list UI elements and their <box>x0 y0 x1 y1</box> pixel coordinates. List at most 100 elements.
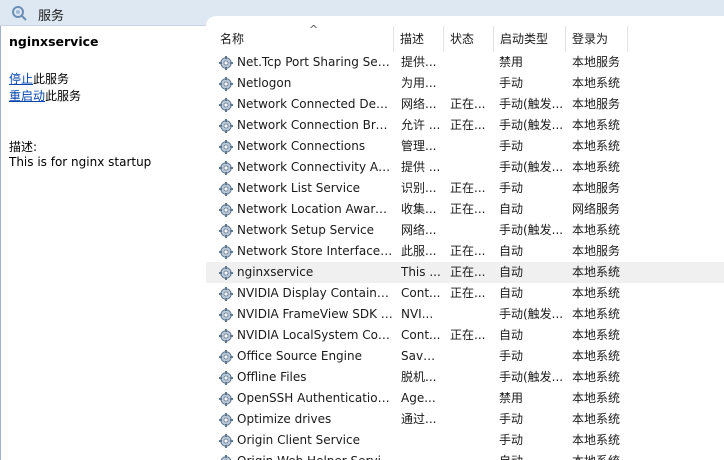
stop-service-action: 停止此服务 <box>9 70 69 87</box>
service-description-cell: 脱机... <box>401 370 437 384</box>
gear-icon <box>218 97 234 113</box>
service-startup-type-cell: 自动 <box>499 244 524 258</box>
service-row[interactable]: Office Source Engine Save... 手动 本地系统 <box>206 346 724 367</box>
service-description-cell: 识别... <box>401 181 437 195</box>
service-startup-type-cell: 手动 <box>499 181 524 195</box>
service-description-cell: 提供 ... <box>401 160 441 174</box>
column-header-description-label: 描述 <box>400 32 425 46</box>
service-row[interactable]: Netlogon 为用... 手动 本地系统 <box>206 73 724 94</box>
service-row[interactable]: Network Store Interface Service 此服... 正在..… <box>206 241 724 262</box>
column-header-status-label: 状态 <box>450 32 475 46</box>
service-name-cell: NVIDIA LocalSystem Container <box>237 328 393 342</box>
gear-icon <box>218 454 234 460</box>
service-startup-type-cell: 手动 <box>499 412 524 426</box>
gear-icon <box>218 55 234 71</box>
column-header-name[interactable]: ^ 名称 <box>214 23 394 52</box>
service-row[interactable]: Optimize drives 通过... 手动 本地系统 <box>206 409 724 430</box>
service-name-cell: NVIDIA FrameView SDK service <box>237 307 393 321</box>
service-startup-type-cell: 自动 <box>499 286 524 300</box>
service-row[interactable]: Network Location Awareness 收集... 正在... 自动 网络… <box>206 199 724 220</box>
service-row[interactable]: NVIDIA Display Container LS Cont... 正在... 自… <box>206 283 724 304</box>
service-status-cell <box>450 346 494 367</box>
service-description-cell: NVI... <box>401 307 434 321</box>
column-header-startup-type-label: 启动类型 <box>500 32 549 46</box>
gear-icon <box>218 433 234 449</box>
service-startup-type-cell: 手动(触发... <box>499 97 564 111</box>
service-status-cell <box>450 304 494 325</box>
restart-service-action: 重启动此服务 <box>9 87 81 104</box>
service-status-cell: 正在... <box>450 97 486 111</box>
service-logon-cell: 本地系统 <box>572 451 632 460</box>
gear-icon <box>218 202 234 218</box>
service-row[interactable]: Network Connected Devices Auto-Setup 网络..… <box>206 94 724 115</box>
service-logon-cell: 本地系统 <box>572 139 621 153</box>
service-startup-type-cell: 手动(触发... <box>499 307 564 321</box>
service-row[interactable]: Origin Web Helper Service 自动本地系统 <box>206 451 724 460</box>
service-row[interactable]: Network Setup Service 网络... 手动(触发... 本地系统 <box>206 220 724 241</box>
service-startup-type-cell: 自动 <box>499 265 524 279</box>
service-status-cell <box>450 136 494 157</box>
gear-icon <box>218 328 234 344</box>
service-logon-cell: 本地系统 <box>572 391 621 405</box>
service-logon-cell: 网络服务 <box>572 202 621 216</box>
column-header-name-label: 名称 <box>220 32 245 46</box>
services-list-pane: ^ 名称 描述 状态 启动类型 登录为 Net.Tcp Port Sharing… <box>206 16 724 460</box>
column-header-status[interactable]: 状态 <box>444 26 494 52</box>
restart-service-link[interactable]: 重启动 <box>9 89 45 103</box>
service-startup-type-cell: 自动 <box>499 451 567 460</box>
service-logon-cell: 本地系统 <box>572 223 621 237</box>
column-header-description[interactable]: 描述 <box>394 26 444 52</box>
service-status-cell: 正在... <box>450 265 486 279</box>
service-startup-type-cell: 手动(触发... <box>499 118 564 132</box>
column-header-startup-type[interactable]: 启动类型 <box>494 26 566 52</box>
service-row[interactable]: Offline Files 脱机... 手动(触发... 本地系统 <box>206 367 724 388</box>
service-logon-cell: 本地系统 <box>572 286 621 300</box>
service-row[interactable]: NVIDIA FrameView SDK service NVI... 手动(触发.… <box>206 304 724 325</box>
gear-icon <box>218 286 234 302</box>
service-detail-pane: nginxservice 停止此服务 重启动此服务 描述: This is fo… <box>0 26 206 460</box>
service-name-cell: Network Location Awareness <box>237 202 393 216</box>
service-startup-type-cell: 手动(触发... <box>499 223 564 237</box>
service-startup-type-cell: 手动(触发... <box>499 370 564 384</box>
service-description-cell <box>401 451 441 460</box>
service-description: This is for nginx startup <box>9 155 152 169</box>
service-logon-cell: 本地系统 <box>572 349 621 363</box>
service-status-cell <box>450 52 494 73</box>
service-row[interactable]: NVIDIA LocalSystem Container Cont... 正在...… <box>206 325 724 346</box>
service-status-cell: 正在... <box>450 118 486 132</box>
service-row[interactable]: Network List Service 识别... 正在... 手动 本地服务 <box>206 178 724 199</box>
service-name-cell: Netlogon <box>237 76 292 90</box>
service-row[interactable]: Origin Client Service 手动 本地系统 <box>206 430 724 451</box>
service-description-cell: This ... <box>401 265 441 279</box>
service-logon-cell: 本地系统 <box>572 433 621 447</box>
service-status-cell: 正在... <box>450 202 486 216</box>
gear-icon <box>218 181 234 197</box>
service-description-cell: Cont... <box>401 328 441 342</box>
service-status-cell <box>450 388 494 409</box>
service-logon-cell: 本地系统 <box>572 160 621 174</box>
service-row[interactable]: Network Connectivity Assistant 提供 ... 手动(触… <box>206 157 724 178</box>
service-startup-type-cell: 手动 <box>499 76 524 90</box>
service-logon-cell: 本地系统 <box>572 370 621 384</box>
service-name-cell: Origin Web Helper Service <box>237 451 393 460</box>
service-row[interactable]: Network Connections 管理... 手动 本地系统 <box>206 136 724 157</box>
service-row[interactable]: Net.Tcp Port Sharing Service 提供... 禁用 本地服务 <box>206 52 724 73</box>
service-description-cell: 为用... <box>401 76 437 90</box>
gear-icon <box>218 391 234 407</box>
stop-service-link[interactable]: 停止 <box>9 72 33 86</box>
column-header-logon-as[interactable]: 登录为 <box>566 26 628 52</box>
service-logon-cell: 本地系统 <box>572 328 621 342</box>
service-row[interactable]: OpenSSH Authentication Agent Age... 禁用 本地系统 <box>206 388 724 409</box>
service-row[interactable]: Network Connection Broker 允许 ... 正在... 手动(触… <box>206 115 724 136</box>
stop-service-suffix: 此服务 <box>33 72 70 86</box>
service-status-cell: 正在... <box>450 286 486 300</box>
service-name-cell: nginxservice <box>237 265 314 279</box>
service-row[interactable]: nginxservice This ... 正在... 自动 本地系统 <box>206 262 724 283</box>
service-description-cell: 收集... <box>401 202 437 216</box>
service-status-cell <box>450 430 494 451</box>
services-icon <box>12 6 27 21</box>
service-logon-cell: 本地系统 <box>572 412 621 426</box>
restart-service-suffix: 此服务 <box>45 89 82 103</box>
service-description-cell: Save... <box>401 349 441 363</box>
service-name-cell: Network Connected Devices Auto-Setup <box>237 97 393 111</box>
